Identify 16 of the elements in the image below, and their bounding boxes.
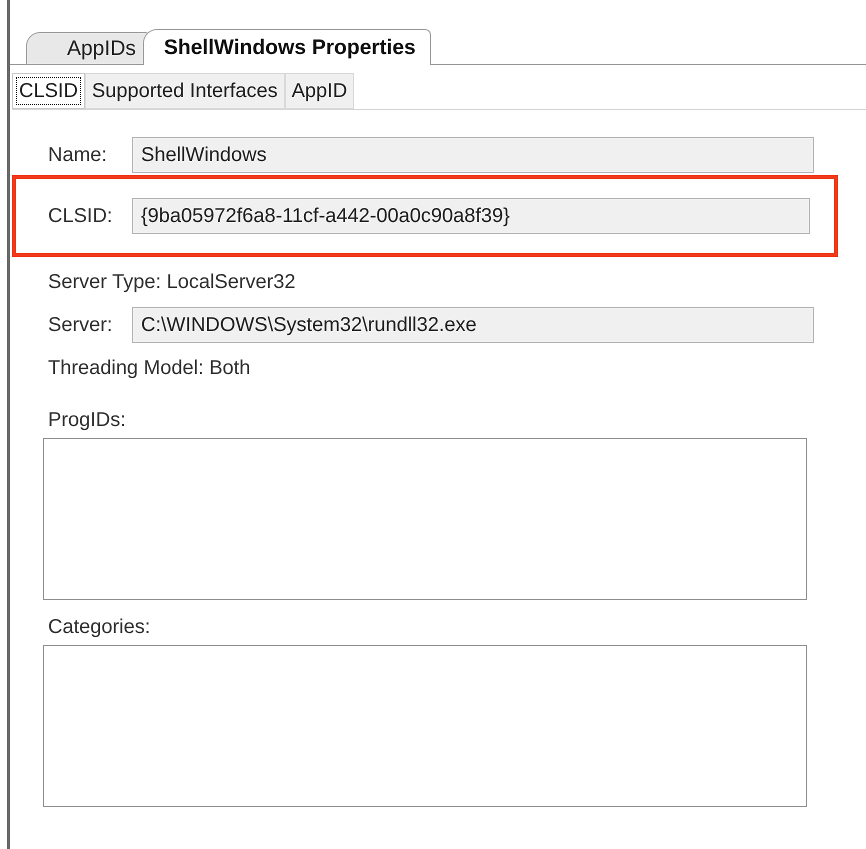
info-text: Server Type: LocalServer32 [48,270,296,294]
text-field[interactable]: ShellWindows [132,137,814,173]
list-label: Categories: [48,616,150,639]
list-box[interactable] [43,438,807,600]
info-text: Threading Model: Both [48,356,250,380]
tab[interactable]: Supported Interfaces [84,73,285,109]
list-box[interactable] [43,645,807,807]
tab[interactable]: ShellWindows Properties [142,29,431,65]
field-label: CLSID: [48,204,114,228]
text-field[interactable]: {9ba05972f6a8-11cf-a442-00a0c90a8f39} [132,198,810,234]
tab[interactable]: AppID [284,73,354,109]
field-label: Name: [48,144,108,166]
field-label: Server: [48,314,114,336]
tab[interactable]: CLSID [12,73,85,109]
text-field[interactable]: C:\WINDOWS\System32\rundll32.exe [132,307,814,343]
list-label: ProgIDs: [48,409,126,432]
